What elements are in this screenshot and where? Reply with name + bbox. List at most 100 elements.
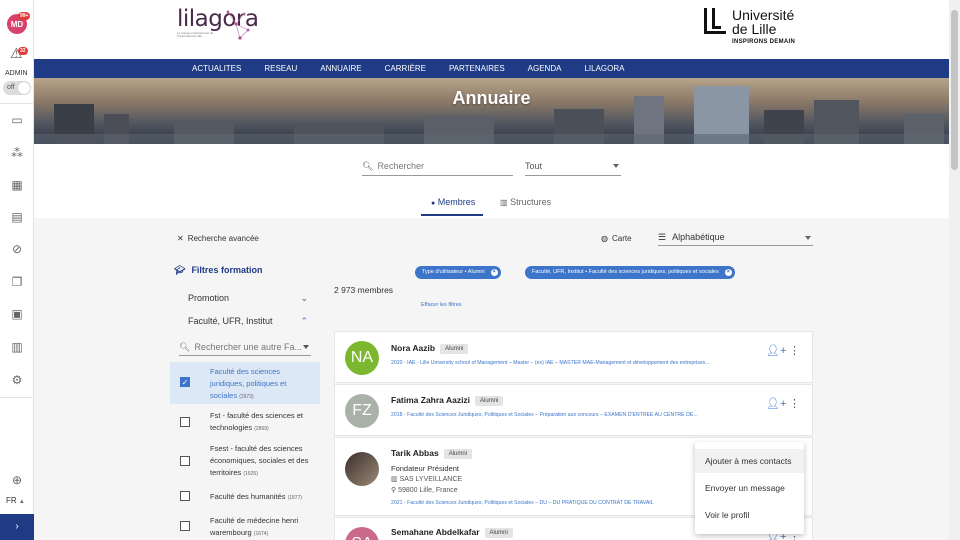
member-education: 2021 - Faculté des Sciences Juridiques, … (391, 500, 654, 506)
person-icon: ● (431, 200, 436, 207)
uni-slogan: INSPIRONS DEMAIN (732, 39, 796, 45)
member-card[interactable]: FZ Fatima Zahra Aazizi Alumni 2018 - Facu… (334, 384, 813, 436)
chip-remove-icon[interactable]: × (490, 269, 498, 276)
chip-label: Type d'utilisateur • Alumni (422, 269, 485, 275)
facet-promotion[interactable]: Promotion ⌄ (188, 293, 308, 303)
admin-toggle[interactable]: off (3, 81, 31, 95)
id-card-icon[interactable]: ▭ (0, 113, 34, 127)
avatar: FZ (345, 394, 379, 428)
admin-label: ADMIN (5, 70, 28, 77)
link-icon[interactable]: ⊘ (0, 242, 34, 256)
location-pin-icon: ⚲ (391, 487, 397, 494)
document-icon[interactable]: ▤ (0, 210, 34, 224)
facet-option[interactable]: Fsest - faculté des sciences économiques… (170, 442, 320, 482)
filter-chip[interactable]: Faculté, UFR, Institut • Faculté des sci… (525, 266, 735, 279)
menu-item-send-message[interactable]: Envoyer un message (705, 483, 785, 493)
tab-members-label: Membres (437, 197, 476, 207)
divider (0, 103, 34, 104)
top-header: lilagora Le réseau professionnel de l'Un… (34, 0, 949, 59)
member-context-menu: Ajouter à mes contacts Envoyer un messag… (695, 442, 804, 534)
facet-faculty-label: Faculté, UFR, Institut (188, 316, 273, 326)
clear-filters-link[interactable]: Effacer les filtres (421, 302, 462, 308)
chevron-down-icon: ⌄ (300, 293, 308, 303)
nav-item-actualites[interactable]: ACTUALITES (192, 59, 241, 78)
more-options-icon[interactable]: ⋮ (789, 344, 800, 357)
uni-name-line1: Université (732, 7, 795, 23)
nav-item-annuaire[interactable]: ANNUAIRE (320, 59, 361, 78)
main-nav: ACTUALITES RESEAU ANNUAIRE CARRIÈRE PART… (34, 59, 949, 78)
facet-option[interactable]: Fst - faculté des sciences et technologi… (170, 408, 320, 438)
nav-item-agenda[interactable]: AGENDA (528, 59, 562, 78)
expand-rail-button[interactable]: › (0, 514, 34, 540)
menu-item-add-contact[interactable]: Ajouter à mes contacts (695, 449, 804, 473)
advanced-search-button[interactable]: ✕ Recherche avancée (177, 234, 259, 243)
universite-lille-logo[interactable]: Université de Lille INSPIRONS DEMAIN (704, 8, 795, 45)
add-contact-icon[interactable]: 👤︎+ (766, 344, 786, 357)
add-circle-icon[interactable]: ⊕ (0, 473, 34, 487)
member-card[interactable]: NA Nora Aazib Alumni 2020 - IAE - Lille U… (334, 331, 813, 383)
main-page: lilagora Le réseau professionnel de l'Un… (34, 0, 949, 540)
facet-search-input[interactable]: 🔍︎ Rechercher une autre Fa... (179, 338, 311, 356)
facet-option[interactable]: Faculté des humanités (1877) (170, 488, 320, 506)
member-name[interactable]: Tarik Abbas Alumni (391, 448, 473, 459)
status-badge: Alumni (440, 343, 469, 354)
building-icon[interactable]: ▥ (0, 340, 34, 354)
sort-value: Alphabétique (672, 232, 725, 242)
facet-option[interactable]: ✓ Faculté des sciences juridiques, polit… (170, 362, 320, 404)
page-scrollbar[interactable] (949, 0, 960, 540)
scrollbar-thumb[interactable] (951, 10, 958, 170)
settings-icon[interactable]: ⚙ (0, 373, 34, 387)
location-text: 59800 Lille, France (398, 487, 458, 494)
search-input[interactable]: 🔍︎ Rechercher (362, 157, 513, 176)
checkbox-icon (180, 456, 190, 466)
universite-lille-mark (704, 8, 726, 34)
filters-title: 🎓︎ Filtres formation (174, 265, 262, 276)
member-name[interactable]: Nora Aazib Alumni (391, 343, 469, 354)
copy-icon[interactable]: ❐ (0, 275, 34, 289)
warning-badge: 32 (18, 47, 28, 55)
map-toggle[interactable]: ◍ Carte (601, 234, 632, 243)
member-name-text: Tarik Abbas (391, 448, 439, 458)
advanced-search-label: Recherche avancée (187, 234, 259, 243)
facet-search-placeholder: Rechercher une autre Fa... (194, 342, 302, 352)
language-selector[interactable]: FR ▲ (6, 496, 25, 505)
nav-item-partenaires[interactable]: PARTENAIRES (449, 59, 505, 78)
caret-down-icon (613, 164, 619, 168)
member-location: ⚲ 59800 Lille, France (391, 486, 458, 494)
nav-item-carriere[interactable]: CARRIÈRE (385, 59, 426, 78)
menu-item-view-profile[interactable]: Voir le profil (705, 510, 749, 520)
clipboard-icon[interactable]: ▣ (0, 307, 34, 321)
member-name[interactable]: Semahane Abdelkafar Alumni (391, 527, 513, 538)
chip-remove-icon[interactable]: × (724, 269, 732, 276)
filters-title-label: Filtres formation (191, 265, 263, 275)
chip-label: Faculté, UFR, Institut • Faculté des sci… (532, 269, 719, 275)
more-options-icon[interactable]: ⋮ (789, 397, 800, 410)
facet-option[interactable]: Faculté de médecine henri warembourg (16… (170, 513, 320, 540)
building-icon: ▥ (500, 198, 508, 207)
language-label: FR (6, 496, 17, 505)
calendar-icon[interactable]: ▦ (0, 178, 34, 192)
tab-members[interactable]: ● Membres (420, 196, 484, 216)
facet-faculty[interactable]: Faculté, UFR, Institut ⌃ (188, 316, 308, 326)
search-icon: 🔍︎ (179, 342, 191, 352)
filter-chip[interactable]: Type d'utilisateur • Alumni × (415, 266, 501, 279)
nav-item-lilagora[interactable]: LILAGORA (584, 59, 624, 78)
member-job: Fondateur Président (391, 464, 459, 473)
sort-select[interactable]: ☰ Alphabétique (658, 228, 813, 246)
toggle-label: off (7, 84, 15, 91)
group-icon[interactable]: ⁂ (0, 146, 34, 160)
map-label: Carte (611, 234, 632, 243)
add-contact-icon[interactable]: 👤︎+ (766, 397, 786, 410)
sort-icon: ☰ (658, 232, 667, 242)
tab-structures[interactable]: ▥ Structures (500, 196, 551, 209)
uni-name-line2: de Lille (732, 21, 777, 37)
globe-icon: ◍ (601, 234, 608, 243)
logo-network-icon (226, 10, 250, 40)
nav-item-reseau[interactable]: RESEAU (264, 59, 297, 78)
member-name[interactable]: Fatima Zahra Aazizi Alumni (391, 395, 504, 406)
type-select[interactable]: Tout (525, 157, 621, 176)
hero-banner: Annuaire (34, 78, 949, 144)
company-name: SAS LYVEILLANCE (399, 476, 463, 483)
tab-structures-label: Structures (510, 197, 552, 207)
type-select-value: Tout (525, 161, 543, 171)
